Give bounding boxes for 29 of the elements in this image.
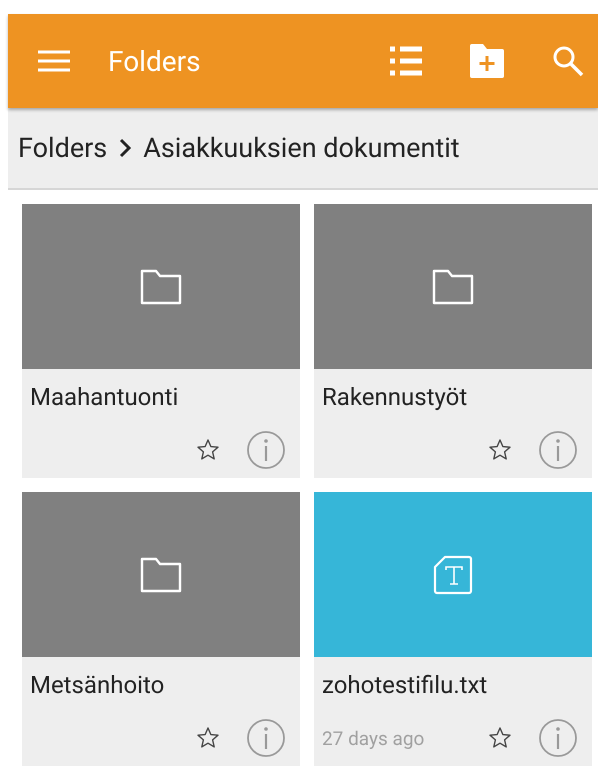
folder-card[interactable]: Metsänhoito: [22, 492, 300, 766]
list-view-button[interactable]: [390, 46, 422, 76]
info-button[interactable]: [538, 718, 578, 758]
modified-date: 27 days ago: [322, 726, 424, 750]
chevron-icon: [119, 138, 132, 158]
item-name: Maahantuonti: [29, 382, 180, 411]
folder-icon: [140, 268, 182, 304]
new-folder-button[interactable]: [468, 43, 506, 79]
breadcrumb-link[interactable]: Folders: [18, 132, 108, 164]
text-file-icon: [433, 554, 473, 594]
item-name: Rakennustyöt: [321, 382, 468, 411]
folder-card[interactable]: Rakennustyöt: [314, 204, 592, 478]
info-button[interactable]: [538, 430, 578, 470]
star-button[interactable]: [488, 726, 512, 750]
app-title: Folders: [108, 44, 202, 78]
star-button[interactable]: [196, 726, 220, 750]
search-button[interactable]: [552, 45, 584, 77]
folder-icon: [140, 556, 182, 592]
folder-card[interactable]: Maahantuonti: [22, 204, 300, 478]
star-button[interactable]: [488, 438, 512, 462]
breadcrumb-link[interactable]: Asiakkuuksien dokumentit: [143, 132, 460, 164]
info-button[interactable]: [246, 718, 286, 758]
item-name: Metsänhoito: [29, 670, 166, 699]
folder-icon: [432, 268, 474, 304]
item-name: zohotestifilu.txt: [321, 670, 488, 699]
info-button[interactable]: [246, 430, 286, 470]
menu-button[interactable]: [38, 50, 70, 72]
star-button[interactable]: [196, 438, 220, 462]
file-card[interactable]: zohotestifilu.txt 27 days ago: [314, 492, 592, 766]
